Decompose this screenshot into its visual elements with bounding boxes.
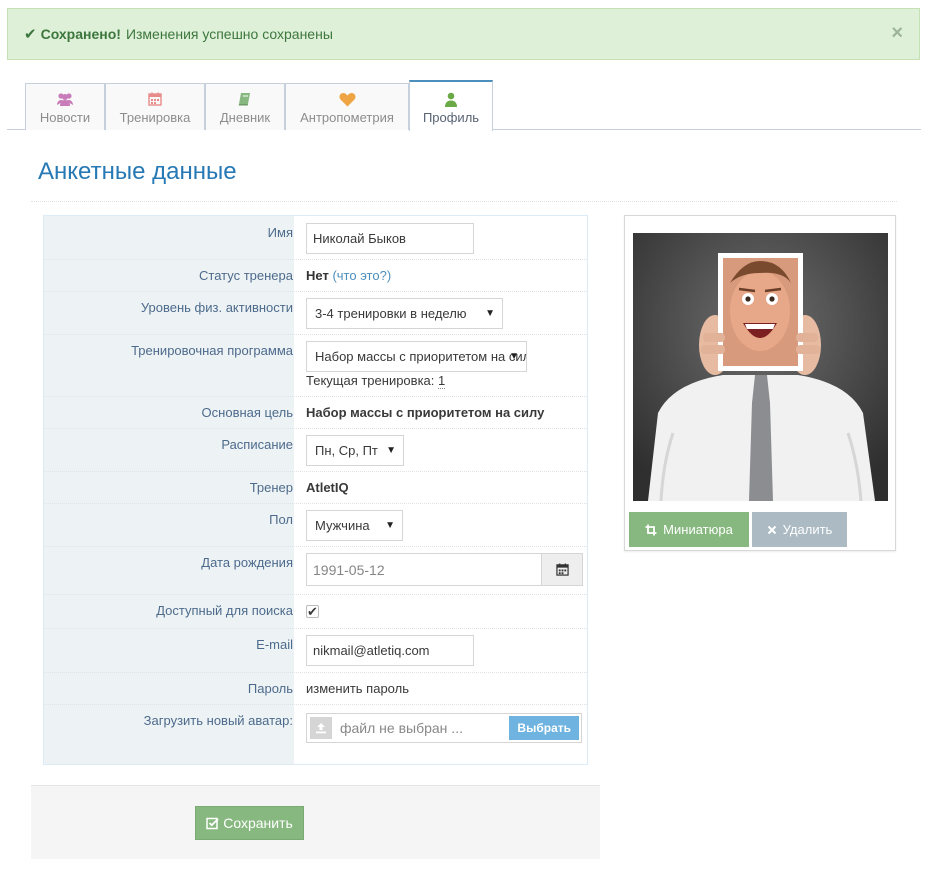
current-training-value[interactable]: 1 (438, 373, 446, 389)
activity-value: 3-4 тренировки в неделю (315, 306, 467, 321)
gender-select[interactable]: Мужчина ▼ (306, 510, 403, 541)
form-row-goal: Основная цель Набор массы с приоритетом … (44, 397, 587, 429)
tab-label: Тренировка (119, 110, 191, 125)
profile-tabs: Новости Тренировка Дневник Антропометрия… (7, 80, 921, 131)
name-field[interactable]: Николай Быков (306, 223, 474, 254)
program-value: Набор массы с приоритетом на силу (315, 349, 527, 364)
form-row-name: Имя Николай Быков (44, 216, 587, 260)
book-icon (238, 90, 252, 108)
page-title: Анкетные данные (38, 158, 237, 185)
goal-value: Набор массы с приоритетом на силу (306, 405, 545, 420)
schedule-label: Расписание (221, 437, 293, 452)
heart-icon (338, 90, 356, 108)
thumbnail-button[interactable]: Миниатюра (629, 512, 749, 547)
tab-label: Антропометрия (300, 110, 394, 125)
thumbnail-button-label: Миниатюра (663, 522, 733, 537)
dropdown-arrow-icon: ▼ (385, 520, 395, 531)
calendar-icon (148, 90, 162, 108)
email-label: E-mail (256, 637, 293, 652)
form-row-schedule: Расписание Пн, Ср, Пт ▼ (44, 429, 587, 472)
avatar-image (633, 233, 888, 501)
save-button-label: Сохранить (223, 815, 293, 831)
delete-button-label: Удалить (782, 522, 833, 537)
current-training: Текущая тренировка: 1 (306, 373, 446, 389)
checkmark-icon: ✔ (307, 603, 318, 619)
tab-news[interactable]: Новости (25, 83, 105, 130)
user-icon (444, 90, 458, 108)
program-label: Тренировочная программа (131, 343, 293, 358)
title-divider (31, 201, 897, 202)
profile-form: Имя Николай Быков Статус тренера Нет (чт… (43, 215, 588, 765)
close-icon (767, 525, 777, 535)
trainer-label: Тренер (249, 480, 293, 495)
avatar-upload-label: Загрузить новый аватар: (143, 713, 293, 728)
avatar-file-input[interactable]: файл не выбран ... Выбрать (306, 713, 582, 743)
tab-label: Профиль (422, 110, 480, 125)
what-is-this-link[interactable]: (что это?) (332, 268, 391, 283)
trainer-status-value: Нет (что это?) (306, 268, 391, 283)
save-button[interactable]: Сохранить (195, 806, 304, 840)
close-icon[interactable]: × (891, 23, 903, 43)
change-password-link[interactable]: изменить пароль (306, 681, 409, 696)
tab-label: Новости (39, 110, 91, 125)
check-square-icon (206, 817, 219, 829)
trainer-status-text: Нет (306, 268, 329, 283)
searchable-checkbox[interactable]: ✔ (306, 603, 319, 619)
activity-select[interactable]: 3-4 тренировки в неделю ▼ (306, 298, 503, 329)
form-row-email: E-mail nikmail@atletiq.com (44, 629, 587, 673)
form-row-program: Тренировочная программа Набор массы с пр… (44, 335, 587, 397)
alert-title: Сохранено! (40, 26, 121, 42)
crop-icon (645, 524, 657, 536)
form-row-gender: Пол Мужчина ▼ (44, 504, 587, 547)
dropdown-arrow-icon: ▼ (485, 308, 495, 319)
email-value: nikmail@atletiq.com (313, 643, 430, 658)
alert-message: Изменения успешно сохранены (125, 26, 333, 42)
searchable-label: Доступный для поиска (156, 603, 293, 618)
form-row-activity: Уровень физ. активности 3-4 тренировки в… (44, 292, 587, 335)
delete-avatar-button[interactable]: Удалить (752, 512, 847, 547)
form-row-searchable: Доступный для поиска ✔ (44, 595, 587, 629)
file-placeholder: файл не выбран ... (340, 720, 463, 736)
form-row-avatar-upload: Загрузить новый аватар: файл не выбран .… (44, 705, 587, 764)
tab-diary[interactable]: Дневник (205, 83, 285, 130)
birthdate-field[interactable]: 1991-05-12 (306, 553, 542, 586)
name-label: Имя (267, 225, 293, 240)
upload-icon (310, 717, 332, 739)
gender-value: Мужчина (315, 518, 370, 533)
form-actions: Сохранить (31, 785, 600, 859)
birthdate-label: Дата рождения (201, 555, 293, 570)
schedule-select[interactable]: Пн, Ср, Пт ▼ (306, 435, 404, 466)
trainer-value: AtletIQ (306, 480, 349, 495)
form-row-trainer-status: Статус тренера Нет (что это?) (44, 260, 587, 292)
program-select[interactable]: Набор массы с приоритетом на силу ▼ (306, 341, 527, 372)
gender-label: Пол (269, 512, 293, 527)
password-label: Пароль (247, 681, 293, 696)
check-icon: ✔ (24, 26, 37, 43)
name-value: Николай Быков (313, 231, 406, 246)
trainer-status-label: Статус тренера (199, 268, 293, 283)
users-icon (56, 90, 74, 108)
tab-profile[interactable]: Профиль (409, 80, 493, 131)
form-row-trainer: Тренер AtletIQ (44, 472, 587, 504)
tab-training[interactable]: Тренировка (105, 83, 205, 130)
choose-file-button[interactable]: Выбрать (509, 716, 579, 740)
activity-label: Уровень физ. активности (140, 300, 293, 315)
goal-label: Основная цель (201, 405, 293, 420)
success-alert: ✔ Сохранено! Изменения успешно сохранены… (7, 8, 920, 60)
current-training-label: Текущая тренировка: (306, 373, 435, 388)
email-field[interactable]: nikmail@atletiq.com (306, 635, 474, 666)
form-row-password: Пароль изменить пароль (44, 673, 587, 705)
dropdown-arrow-icon: ▼ (509, 351, 519, 362)
calendar-button[interactable] (542, 553, 583, 586)
birthdate-value: 1991-05-12 (313, 561, 385, 578)
tab-anthropometry[interactable]: Антропометрия (285, 83, 409, 130)
form-row-birthdate: Дата рождения 1991-05-12 (44, 547, 587, 595)
birthdate-picker: 1991-05-12 (306, 553, 583, 586)
dropdown-arrow-icon: ▼ (386, 445, 396, 456)
schedule-value: Пн, Ср, Пт (315, 443, 378, 458)
calendar-icon (555, 563, 569, 576)
tab-label: Дневник (219, 110, 271, 125)
avatar-card: Миниатюра Удалить (624, 215, 896, 551)
